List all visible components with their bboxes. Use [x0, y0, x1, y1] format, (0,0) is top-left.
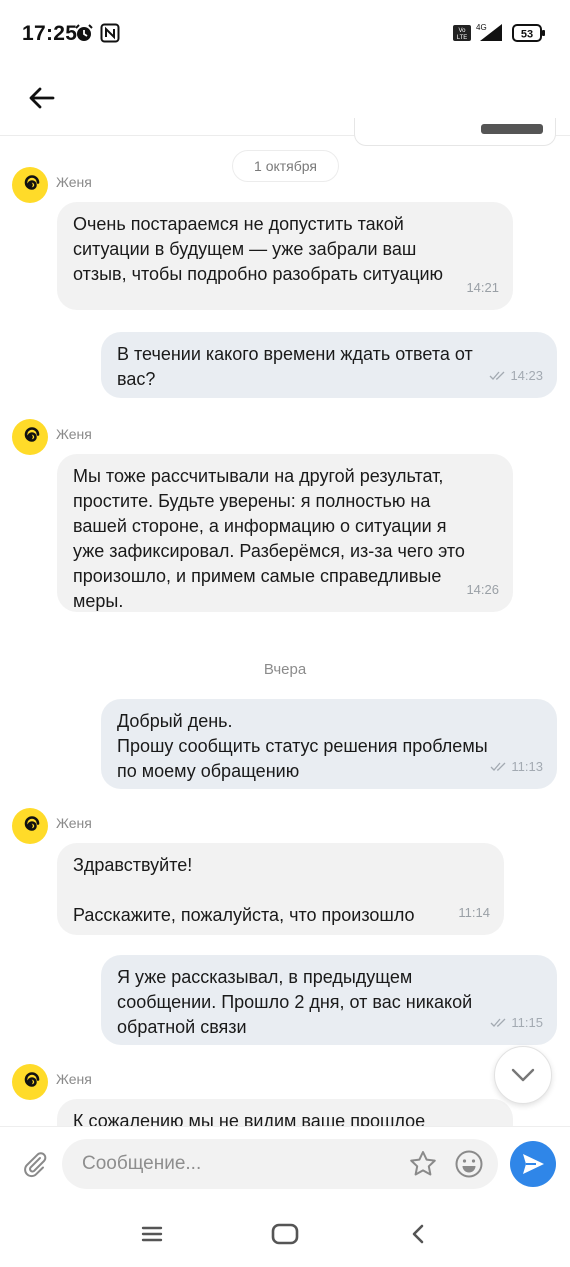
system-nav-bar	[0, 1200, 570, 1267]
svg-text:Vo: Vo	[458, 28, 466, 34]
card-button-peek	[481, 124, 543, 134]
date-chip: 1 октября	[232, 150, 339, 182]
attach-button[interactable]	[18, 1147, 52, 1181]
alarm-icon	[74, 23, 94, 48]
chevron-left-icon	[412, 1224, 424, 1244]
chevron-down-icon	[511, 1068, 535, 1082]
nav-home-button[interactable]	[265, 1218, 305, 1250]
paperclip-icon	[24, 1152, 47, 1178]
message-text: Мы тоже рассчитывали на другой результат…	[73, 466, 465, 611]
svg-text:4G: 4G	[476, 23, 487, 32]
message-text: В течении какого времени ждать ответа от…	[117, 344, 473, 389]
message-time: 11:14	[458, 905, 490, 920]
message-bubble-outgoing[interactable]: Добрый день. Прошу сообщить статус решен…	[101, 699, 557, 789]
svg-text:LTE: LTE	[457, 35, 468, 41]
message-text: Добрый день. Прошу сообщить статус решен…	[117, 711, 488, 781]
message-input[interactable]	[82, 1139, 392, 1189]
message-bubble-incoming[interactable]: Здравствуйте! Расскажите, пожалуйста, чт…	[57, 843, 504, 935]
double-check-icon	[489, 371, 505, 380]
sender-name: Женя	[56, 426, 92, 442]
yandex-spiral-logo-icon	[24, 427, 40, 442]
message-time: 14:21	[466, 280, 499, 295]
home-square-icon	[271, 1223, 299, 1245]
message-bubble-outgoing[interactable]: Я уже рассказывал, в предыдущем сообщени…	[101, 955, 557, 1045]
double-check-icon	[490, 1018, 506, 1027]
message-time: 14:26	[466, 582, 499, 597]
arrow-left-icon	[29, 87, 55, 109]
date-divider: Вчера	[263, 661, 307, 678]
send-icon	[523, 1154, 544, 1174]
yandex-spiral-logo-icon	[24, 816, 40, 831]
message-time: 14:23	[510, 368, 543, 383]
message-text: Очень постараемся не допустить такой сит…	[73, 214, 444, 284]
message-time: 11:13	[511, 759, 543, 774]
status-time: 17:25	[22, 22, 78, 45]
nav-menu-button[interactable]	[132, 1218, 172, 1250]
back-button[interactable]	[24, 80, 60, 116]
message-composer	[0, 1126, 570, 1200]
double-check-icon	[490, 762, 506, 771]
avatar	[12, 419, 48, 455]
volte-icon: Vo LTE	[453, 25, 471, 46]
status-bar: 17:25 Vo LTE 4G 53	[0, 0, 570, 66]
avatar	[12, 167, 48, 203]
message-bubble-outgoing[interactable]: В течении какого времени ждать ответа от…	[101, 332, 557, 398]
message-text: Я уже рассказывал, в предыдущем сообщени…	[117, 967, 473, 1037]
avatar	[12, 808, 48, 844]
message-time: 11:15	[511, 1015, 543, 1030]
send-button[interactable]	[510, 1141, 556, 1187]
svg-text:53: 53	[521, 29, 533, 41]
nfc-icon	[100, 23, 120, 48]
menu-icon	[141, 1226, 163, 1242]
yandex-spiral-logo-icon	[24, 1072, 40, 1087]
message-text: Здравствуйте! Расскажите, пожалуйста, чт…	[73, 855, 415, 925]
nav-back-button[interactable]	[398, 1218, 438, 1250]
message-bubble-incoming[interactable]: К сожалению мы не видим ваше прошлое	[57, 1099, 513, 1126]
chat-area[interactable]: 1 октября Женя Очень постараемся не допу…	[0, 136, 570, 1126]
message-field[interactable]	[62, 1139, 498, 1189]
star-icon	[410, 1151, 436, 1176]
message-bubble-incoming[interactable]: Мы тоже рассчитывали на другой результат…	[57, 454, 513, 612]
sender-name: Женя	[56, 1071, 92, 1087]
sender-name: Женя	[56, 174, 92, 190]
emoji-button[interactable]	[452, 1147, 486, 1181]
message-text: К сожалению мы не видим ваше прошлое	[73, 1111, 426, 1126]
favorite-button[interactable]	[406, 1147, 440, 1181]
sender-name: Женя	[56, 815, 92, 831]
avatar	[12, 1064, 48, 1100]
signal-4g-icon: 4G	[474, 22, 504, 47]
message-bubble-incoming[interactable]: Очень постараемся не допустить такой сит…	[57, 202, 513, 310]
yandex-spiral-logo-icon	[24, 175, 40, 190]
scroll-down-button[interactable]	[494, 1046, 552, 1104]
battery-icon: 53	[512, 24, 546, 47]
emoji-icon	[455, 1150, 483, 1178]
